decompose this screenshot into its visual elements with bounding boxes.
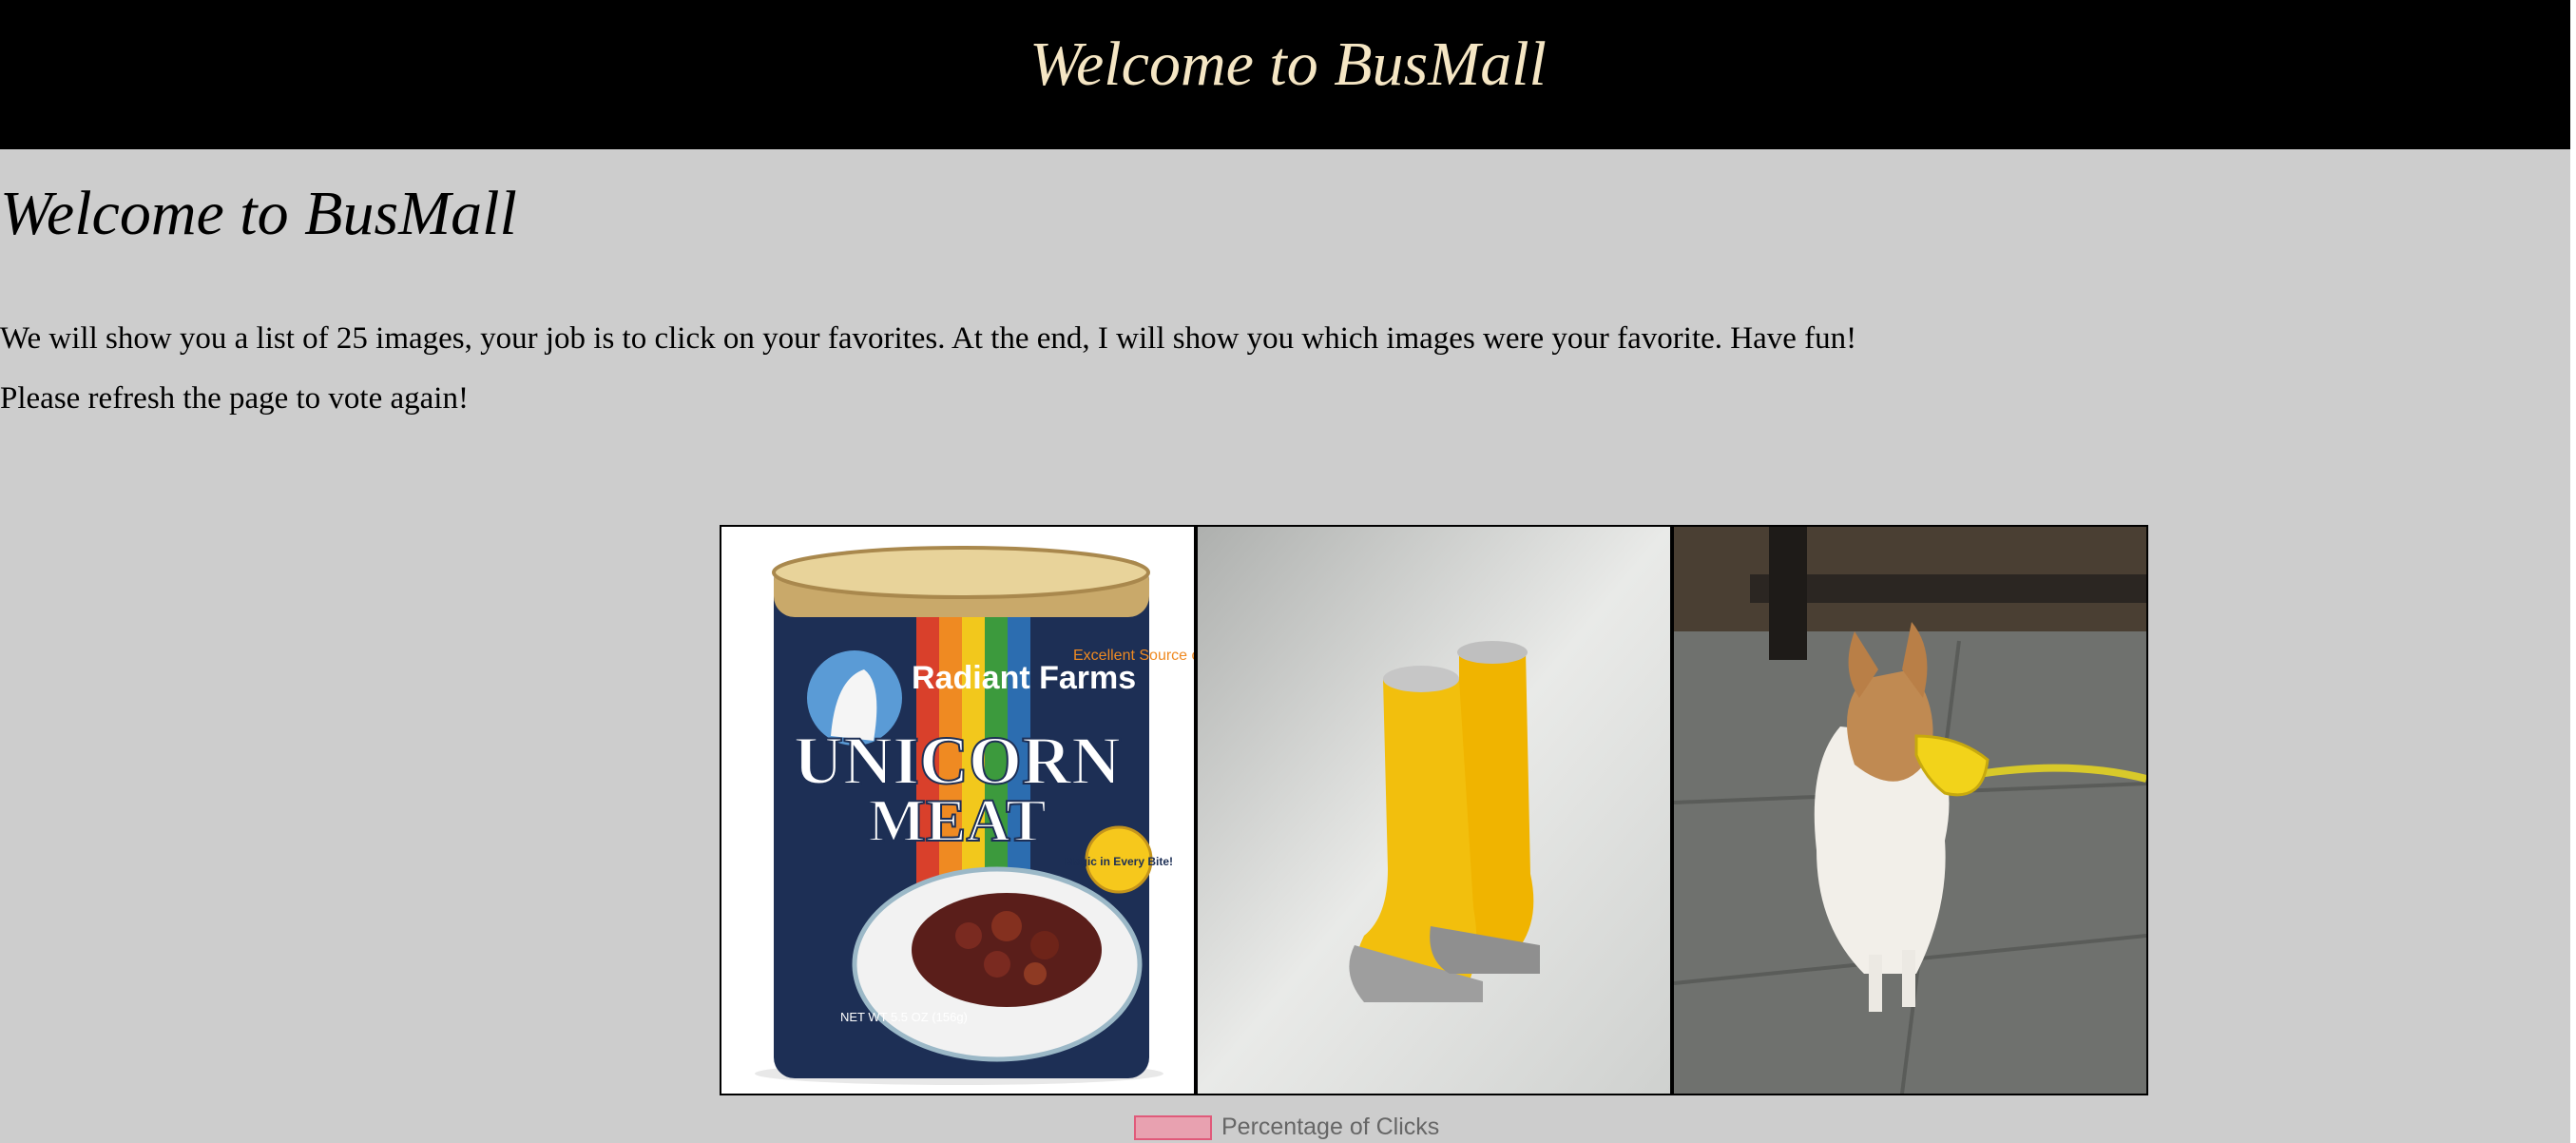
chart-legend: Percentage of Clicks	[1134, 1114, 1439, 1141]
can-title-2: MEAT	[868, 786, 1046, 854]
refresh-note: Please refresh the page to vote again!	[0, 381, 469, 416]
banner-title: Welcome to BusMall	[1029, 29, 1547, 99]
legend-label: Percentage of Clicks	[1221, 1114, 1440, 1140]
yellow-boots-image	[1198, 527, 1670, 1094]
intro-text: We will show you a list of 25 images, yo…	[0, 321, 1857, 356]
page-title: Welcome to BusMall	[0, 179, 517, 248]
can-weight: NET WT 5.5 OZ (156g)	[840, 1010, 968, 1024]
can-side-text: Excellent Source of Sparkles	[1073, 648, 1194, 664]
product-image-unicorn-meat[interactable]: Radiant Farms Excellent Source of Sparkl…	[720, 525, 1196, 1095]
dog-duck-muzzle-image	[1674, 527, 2146, 1094]
can-badge: Magic in Every Bite!	[1065, 855, 1173, 868]
scrollbar-edge	[2570, 0, 2576, 1143]
top-banner: Welcome to BusMall	[0, 0, 2576, 149]
legend-swatch	[1134, 1114, 1212, 1140]
product-image-boots[interactable]	[1196, 525, 1672, 1095]
unicorn-meat-can-image: Radiant Farms Excellent Source of Sparkl…	[721, 527, 1194, 1094]
product-image-dog-duck[interactable]	[1672, 525, 2148, 1095]
can-brand: Radiant Farms	[912, 660, 1136, 696]
product-gallery: Radiant Farms Excellent Source of Sparkl…	[720, 525, 2148, 1095]
